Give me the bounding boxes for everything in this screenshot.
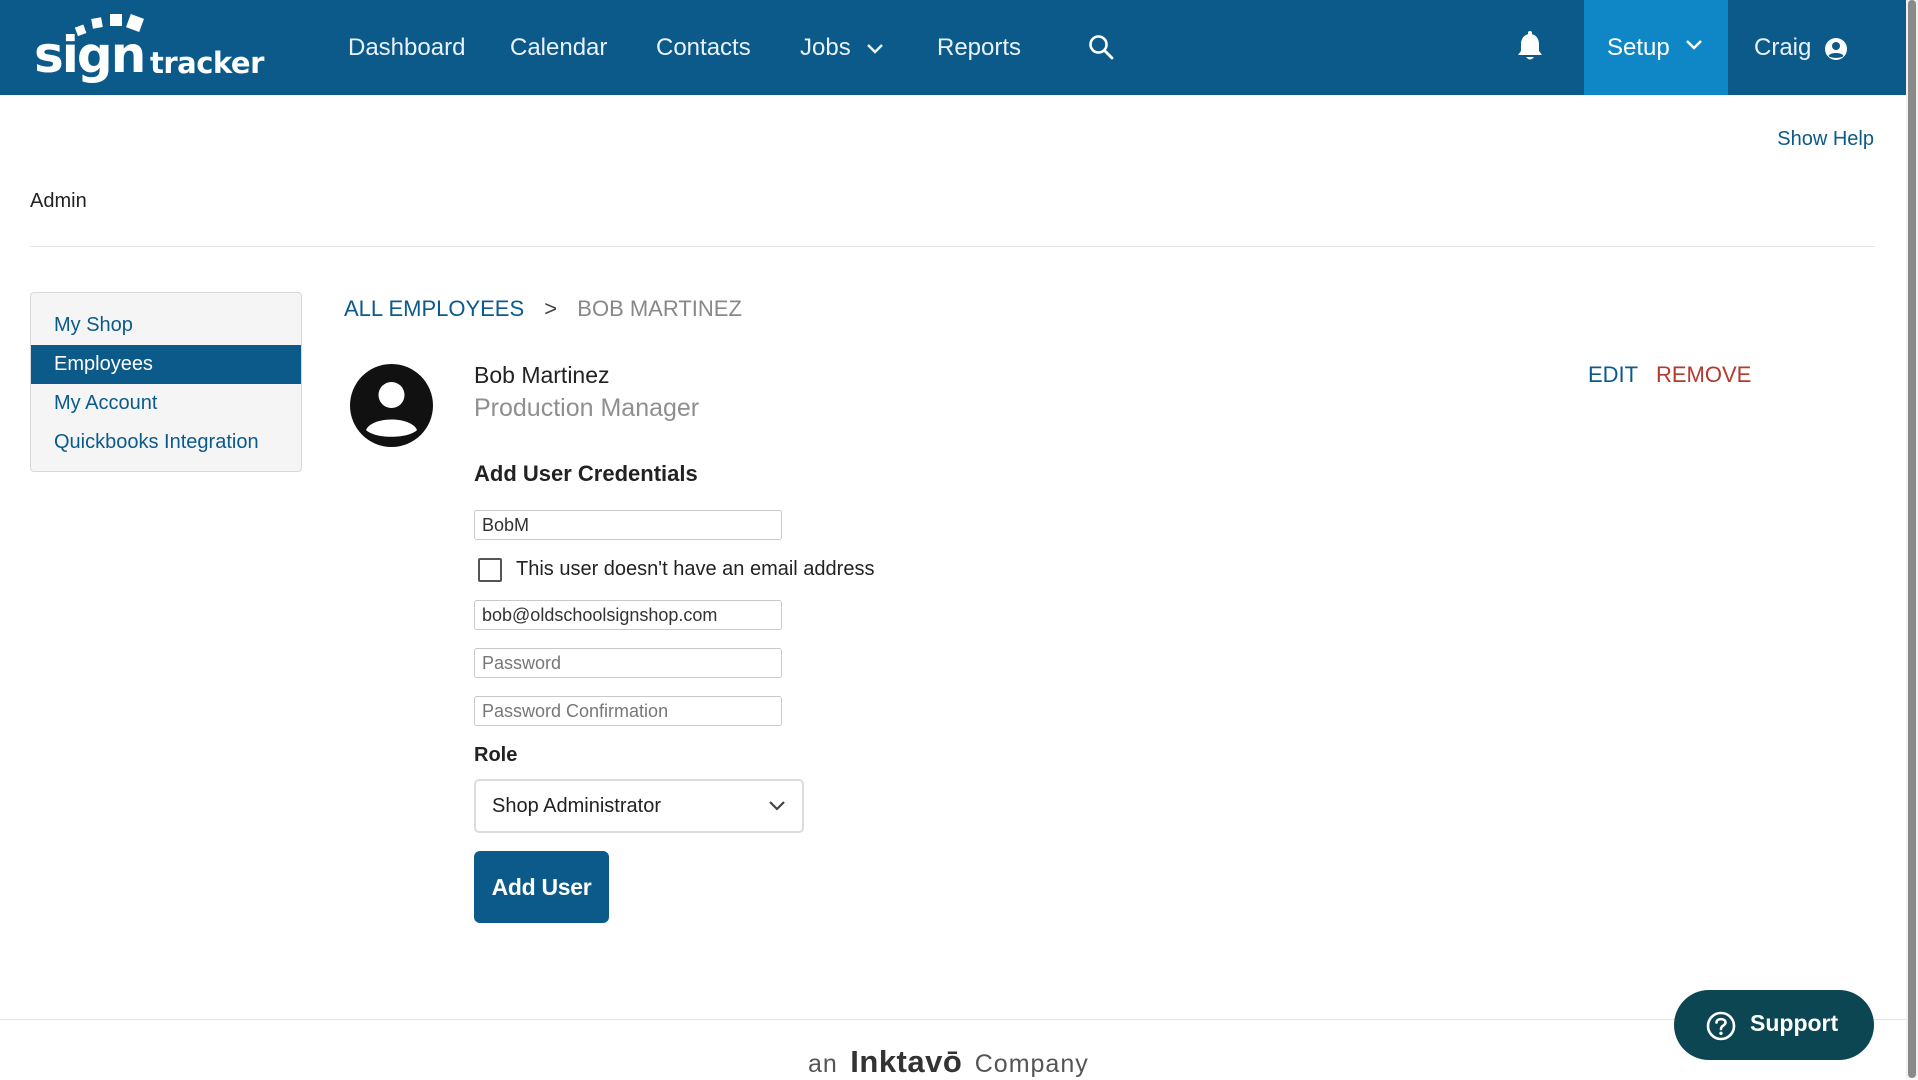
scrollbar-thumb[interactable] bbox=[1908, 0, 1916, 1078]
edit-employee-link[interactable]: EDIT bbox=[1588, 362, 1638, 388]
user-circle-icon bbox=[1825, 37, 1848, 60]
password-confirmation-field[interactable] bbox=[474, 696, 782, 726]
nav-reports[interactable]: Reports bbox=[937, 0, 1021, 95]
nav-dashboard[interactable]: Dashboard bbox=[348, 0, 465, 95]
signtracker-logo[interactable]: sign tracker bbox=[34, 12, 274, 84]
nav-setup-label: Setup bbox=[1607, 34, 1670, 61]
email-field[interactable] bbox=[474, 600, 782, 630]
password-field[interactable] bbox=[474, 648, 782, 678]
admin-sidebar: My Shop Employees My Account Quickbooks … bbox=[30, 292, 302, 472]
breadcrumb-all-employees[interactable]: ALL EMPLOYEES bbox=[344, 296, 524, 321]
breadcrumb: ALL EMPLOYEES > BOB MARTINEZ bbox=[344, 296, 742, 322]
footer-suffix: Company bbox=[974, 1050, 1089, 1078]
logo-sign-text: sign bbox=[34, 26, 146, 84]
footer-divider bbox=[0, 1019, 1906, 1020]
nav-setup[interactable]: Setup bbox=[1584, 0, 1728, 95]
sidebar-item-quickbooks-integration[interactable]: Quickbooks Integration bbox=[31, 423, 301, 462]
username-field[interactable] bbox=[474, 510, 782, 540]
footer-brand: an Inktavō Company bbox=[808, 1044, 1089, 1080]
sidebar-item-my-shop[interactable]: My Shop bbox=[31, 306, 301, 345]
employee-title: Production Manager bbox=[474, 394, 700, 422]
nav-jobs[interactable]: Jobs bbox=[800, 0, 885, 95]
no-email-checkbox[interactable] bbox=[478, 558, 502, 582]
chevron-down-icon bbox=[769, 801, 785, 811]
nav-jobs-label: Jobs bbox=[800, 34, 851, 61]
inktavo-logo: Inktavō bbox=[850, 1044, 963, 1079]
chevron-down-icon bbox=[1686, 40, 1702, 50]
breadcrumb-separator: > bbox=[544, 296, 558, 321]
role-select[interactable]: Shop Administrator bbox=[474, 779, 804, 833]
breadcrumb-current: BOB MARTINEZ bbox=[577, 296, 742, 321]
show-help-link[interactable]: Show Help bbox=[1777, 128, 1874, 151]
add-user-button[interactable]: Add User bbox=[474, 851, 609, 923]
top-navbar: sign tracker Dashboard Calendar Contacts… bbox=[0, 0, 1906, 95]
logo-tracker-text: tracker bbox=[150, 46, 264, 80]
support-button[interactable]: Support bbox=[1674, 990, 1874, 1060]
nav-contacts[interactable]: Contacts bbox=[656, 0, 751, 95]
support-label: Support bbox=[1750, 1010, 1839, 1036]
bell-icon[interactable] bbox=[1516, 31, 1544, 63]
sidebar-item-my-account[interactable]: My Account bbox=[31, 384, 301, 423]
header-divider bbox=[30, 246, 1875, 247]
role-select-value: Shop Administrator bbox=[492, 795, 661, 817]
nav-user-menu[interactable]: Craig bbox=[1754, 0, 1848, 95]
page-title: Admin bbox=[30, 190, 87, 212]
no-email-label[interactable]: This user doesn't have an email address bbox=[516, 558, 874, 581]
nav-calendar[interactable]: Calendar bbox=[510, 0, 607, 95]
credentials-heading: Add User Credentials bbox=[474, 461, 698, 486]
employee-name: Bob Martinez bbox=[474, 362, 610, 388]
sidebar-item-employees[interactable]: Employees bbox=[31, 345, 301, 384]
search-icon[interactable] bbox=[1088, 34, 1114, 60]
remove-employee-link[interactable]: REMOVE bbox=[1656, 362, 1751, 388]
employee-avatar-icon bbox=[350, 364, 433, 447]
chevron-down-icon bbox=[867, 43, 884, 54]
role-label: Role bbox=[474, 744, 518, 766]
question-circle-icon bbox=[1706, 1011, 1736, 1041]
user-name-label: Craig bbox=[1754, 34, 1812, 61]
footer-prefix: an bbox=[808, 1050, 838, 1078]
